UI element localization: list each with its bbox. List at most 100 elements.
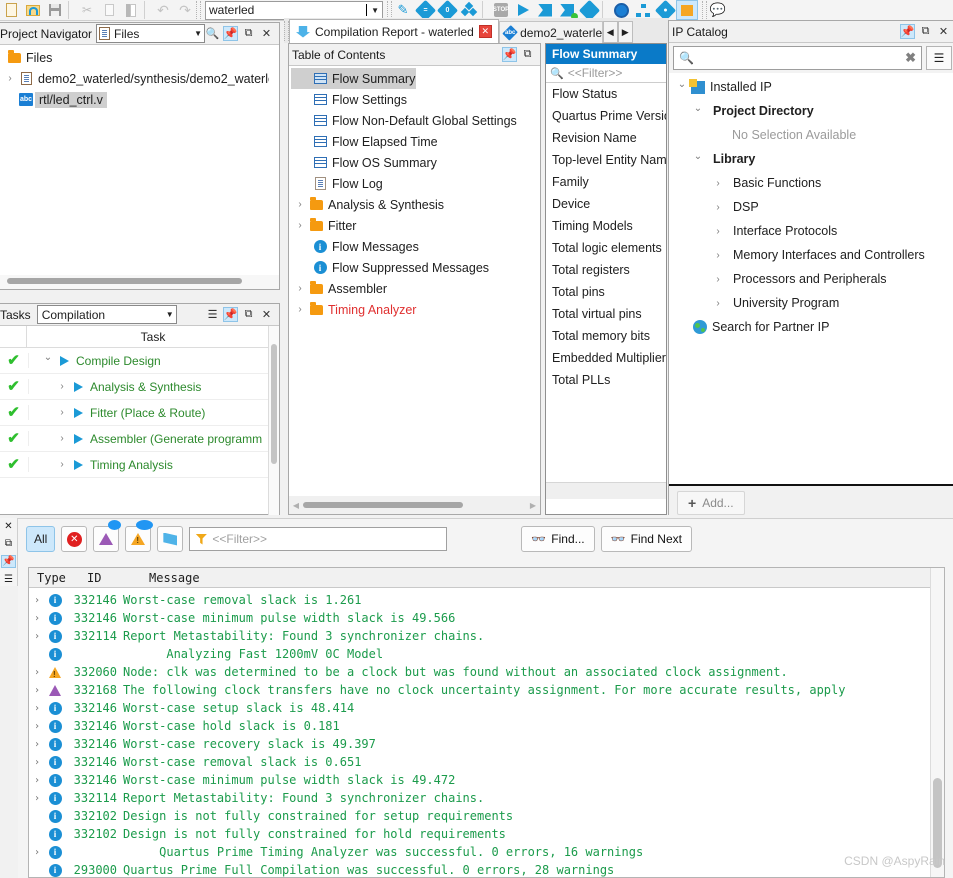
chevron-down-icon[interactable]: ▼ — [186, 29, 202, 38]
list-item[interactable]: Embedded Multiplier — [546, 347, 666, 369]
chevron-right-icon[interactable]: › — [29, 685, 45, 696]
chevron-right-icon[interactable] — [711, 274, 725, 285]
table-row[interactable]: i Analyzing Fast 1200mV 0C Model — [29, 645, 944, 663]
run-icon[interactable] — [69, 381, 87, 392]
save-icon[interactable] — [44, 0, 66, 20]
timing-analyzer-icon[interactable] — [610, 0, 632, 20]
search-icon[interactable]: 🔍 — [205, 26, 220, 41]
assignment-editor-icon[interactable]: = — [414, 0, 436, 21]
chevron-right-icon[interactable]: › — [29, 775, 45, 786]
scroll-left-arrow[interactable]: ◀ — [289, 501, 303, 510]
table-row[interactable]: › i 332146 Worst-case hold slack is 0.18… — [29, 717, 944, 735]
list-item[interactable]: demo2_waterled/synthesis/demo2_waterled. — [0, 68, 279, 89]
toc-item-timing-analyzer[interactable]: Timing Analyzer — [289, 299, 540, 320]
list-item[interactable]: Total memory bits — [546, 325, 666, 347]
toc-item-flow-non-default-global-settings[interactable]: Flow Non-Default Global Settings — [289, 110, 540, 131]
run-icon[interactable] — [55, 355, 73, 366]
chevron-down-icon[interactable] — [41, 355, 55, 366]
ip-tree-item-basic-functions[interactable]: Basic Functions — [669, 171, 953, 195]
table-row[interactable]: › i Quartus Prime Timing Analyzer was su… — [29, 843, 944, 861]
list-item[interactable]: Total pins — [546, 281, 666, 303]
chevron-right-icon[interactable] — [55, 381, 69, 392]
chevron-right-icon[interactable] — [293, 283, 307, 294]
close-icon[interactable]: ✕ — [259, 307, 274, 322]
signal-tap-icon[interactable] — [676, 0, 698, 20]
start-compilation-icon[interactable] — [512, 0, 534, 20]
table-row[interactable]: › i 332114 Report Metastability: Found 3… — [29, 627, 944, 645]
ip-tree-item-library[interactable]: Library — [669, 147, 953, 171]
chevron-down-icon[interactable] — [675, 82, 689, 93]
ip-catalog-menu-button[interactable]: ☰ — [926, 46, 952, 70]
message-icon[interactable]: 💬 — [707, 0, 729, 20]
maximize-icon[interactable]: ⧉ — [5, 538, 12, 549]
list-item[interactable]: Revision Name — [546, 127, 666, 149]
table-row[interactable]: ✔ Fitter (Place & Route) — [0, 400, 279, 426]
chevron-right-icon[interactable]: › — [29, 613, 45, 624]
find-button[interactable]: 👓 Find... — [521, 526, 595, 552]
ip-tree-item-dsp[interactable]: DSP — [669, 195, 953, 219]
chevron-right-icon[interactable]: › — [29, 847, 45, 858]
toc-item-flow-summary[interactable]: Flow Summary — [291, 68, 416, 89]
open-folder-icon[interactable] — [22, 0, 44, 20]
netlist-viewer-icon[interactable] — [632, 0, 654, 20]
toc-item-analysis-synthesis[interactable]: Analysis & Synthesis — [289, 194, 540, 215]
list-item[interactable]: abc rtl/led_ctrl.v — [0, 89, 279, 110]
scroll-thumb[interactable] — [271, 344, 277, 464]
toc-item-flow-elapsed-time[interactable]: Flow Elapsed Time — [289, 131, 540, 152]
ip-tree-item-university-program[interactable]: University Program — [669, 291, 953, 315]
ip-tree-item-search-partner-ip[interactable]: Search for Partner IP — [669, 315, 953, 339]
table-row[interactable]: ✔ Compile Design — [0, 348, 279, 374]
pin-planner-icon[interactable]: 0 — [436, 0, 458, 21]
tab-scroll-left-button[interactable]: ◀ — [602, 21, 618, 43]
project-navigator-vscrollbar[interactable] — [269, 45, 279, 266]
chevron-right-icon[interactable] — [293, 220, 307, 231]
clear-x-icon[interactable]: ✖ — [905, 50, 916, 66]
chevron-right-icon[interactable]: › — [29, 703, 45, 714]
tasks-vscrollbar[interactable] — [268, 326, 279, 515]
list-icon[interactable]: ☰ — [4, 574, 13, 585]
maximize-icon[interactable]: ⧉ — [520, 47, 535, 62]
tree-root-files[interactable]: Files — [0, 47, 279, 68]
chevron-down-icon[interactable] — [691, 106, 705, 117]
copy-icon[interactable] — [98, 0, 120, 20]
toc-item-flow-log[interactable]: Flow Log — [289, 173, 540, 194]
chevron-right-icon[interactable] — [55, 407, 69, 418]
table-row[interactable]: ✔ Assembler (Generate programm — [0, 426, 279, 452]
ip-tree-item-interface-protocols[interactable]: Interface Protocols — [669, 219, 953, 243]
undo-icon[interactable]: ↶ — [152, 0, 174, 20]
filter-errors-button[interactable]: ✕ — [61, 526, 88, 552]
tab-scroll-right-button[interactable]: ▶ — [617, 21, 633, 43]
run-icon[interactable] — [69, 433, 87, 444]
programmer-icon[interactable] — [578, 0, 600, 21]
chevron-right-icon[interactable] — [55, 459, 69, 470]
toc-item-fitter[interactable]: Fitter — [289, 215, 540, 236]
paste-icon[interactable] — [120, 0, 142, 20]
tab-compilation-report[interactable]: Compilation Report - waterled ✕ — [289, 19, 499, 43]
chevron-right-icon[interactable] — [711, 298, 725, 309]
toc-item-flow-messages[interactable]: i Flow Messages — [289, 236, 540, 257]
list-item[interactable]: Family — [546, 171, 666, 193]
chevron-right-icon[interactable] — [293, 304, 307, 315]
cut-icon[interactable]: ✂ — [76, 0, 98, 20]
chevron-right-icon[interactable]: › — [29, 721, 45, 732]
table-row[interactable]: › 332060 Node: clk was determined to be … — [29, 663, 944, 681]
scroll-thumb[interactable] — [7, 278, 242, 284]
find-next-button[interactable]: 👓 Find Next — [600, 526, 692, 552]
chevron-right-icon[interactable] — [3, 73, 17, 84]
tab-demo2-waterled[interactable]: abc demo2_waterled — [498, 21, 603, 43]
list-item[interactable]: Top-level Entity Name — [546, 149, 666, 171]
revision-combo[interactable]: waterled ▼ — [205, 0, 383, 20]
close-icon[interactable]: ✕ — [478, 25, 492, 38]
toolbar-grip[interactable] — [196, 1, 201, 19]
start-analysis-synthesis-icon[interactable] — [534, 0, 556, 20]
maximize-icon[interactable]: ⧉ — [241, 26, 256, 41]
list-item[interactable]: Total virtual pins — [546, 303, 666, 325]
table-row[interactable]: › i 332146 Worst-case setup slack is 48.… — [29, 699, 944, 717]
list-item[interactable]: Timing Models — [546, 215, 666, 237]
pin-icon[interactable]: 📌 — [1, 555, 16, 568]
list-item[interactable]: Total PLLs — [546, 369, 666, 391]
table-row[interactable]: › i 332146 Worst-case minimum pulse widt… — [29, 771, 944, 789]
chevron-right-icon[interactable]: › — [29, 739, 45, 750]
chevron-right-icon[interactable]: › — [29, 667, 45, 678]
filter-warnings-button[interactable] — [125, 520, 154, 552]
